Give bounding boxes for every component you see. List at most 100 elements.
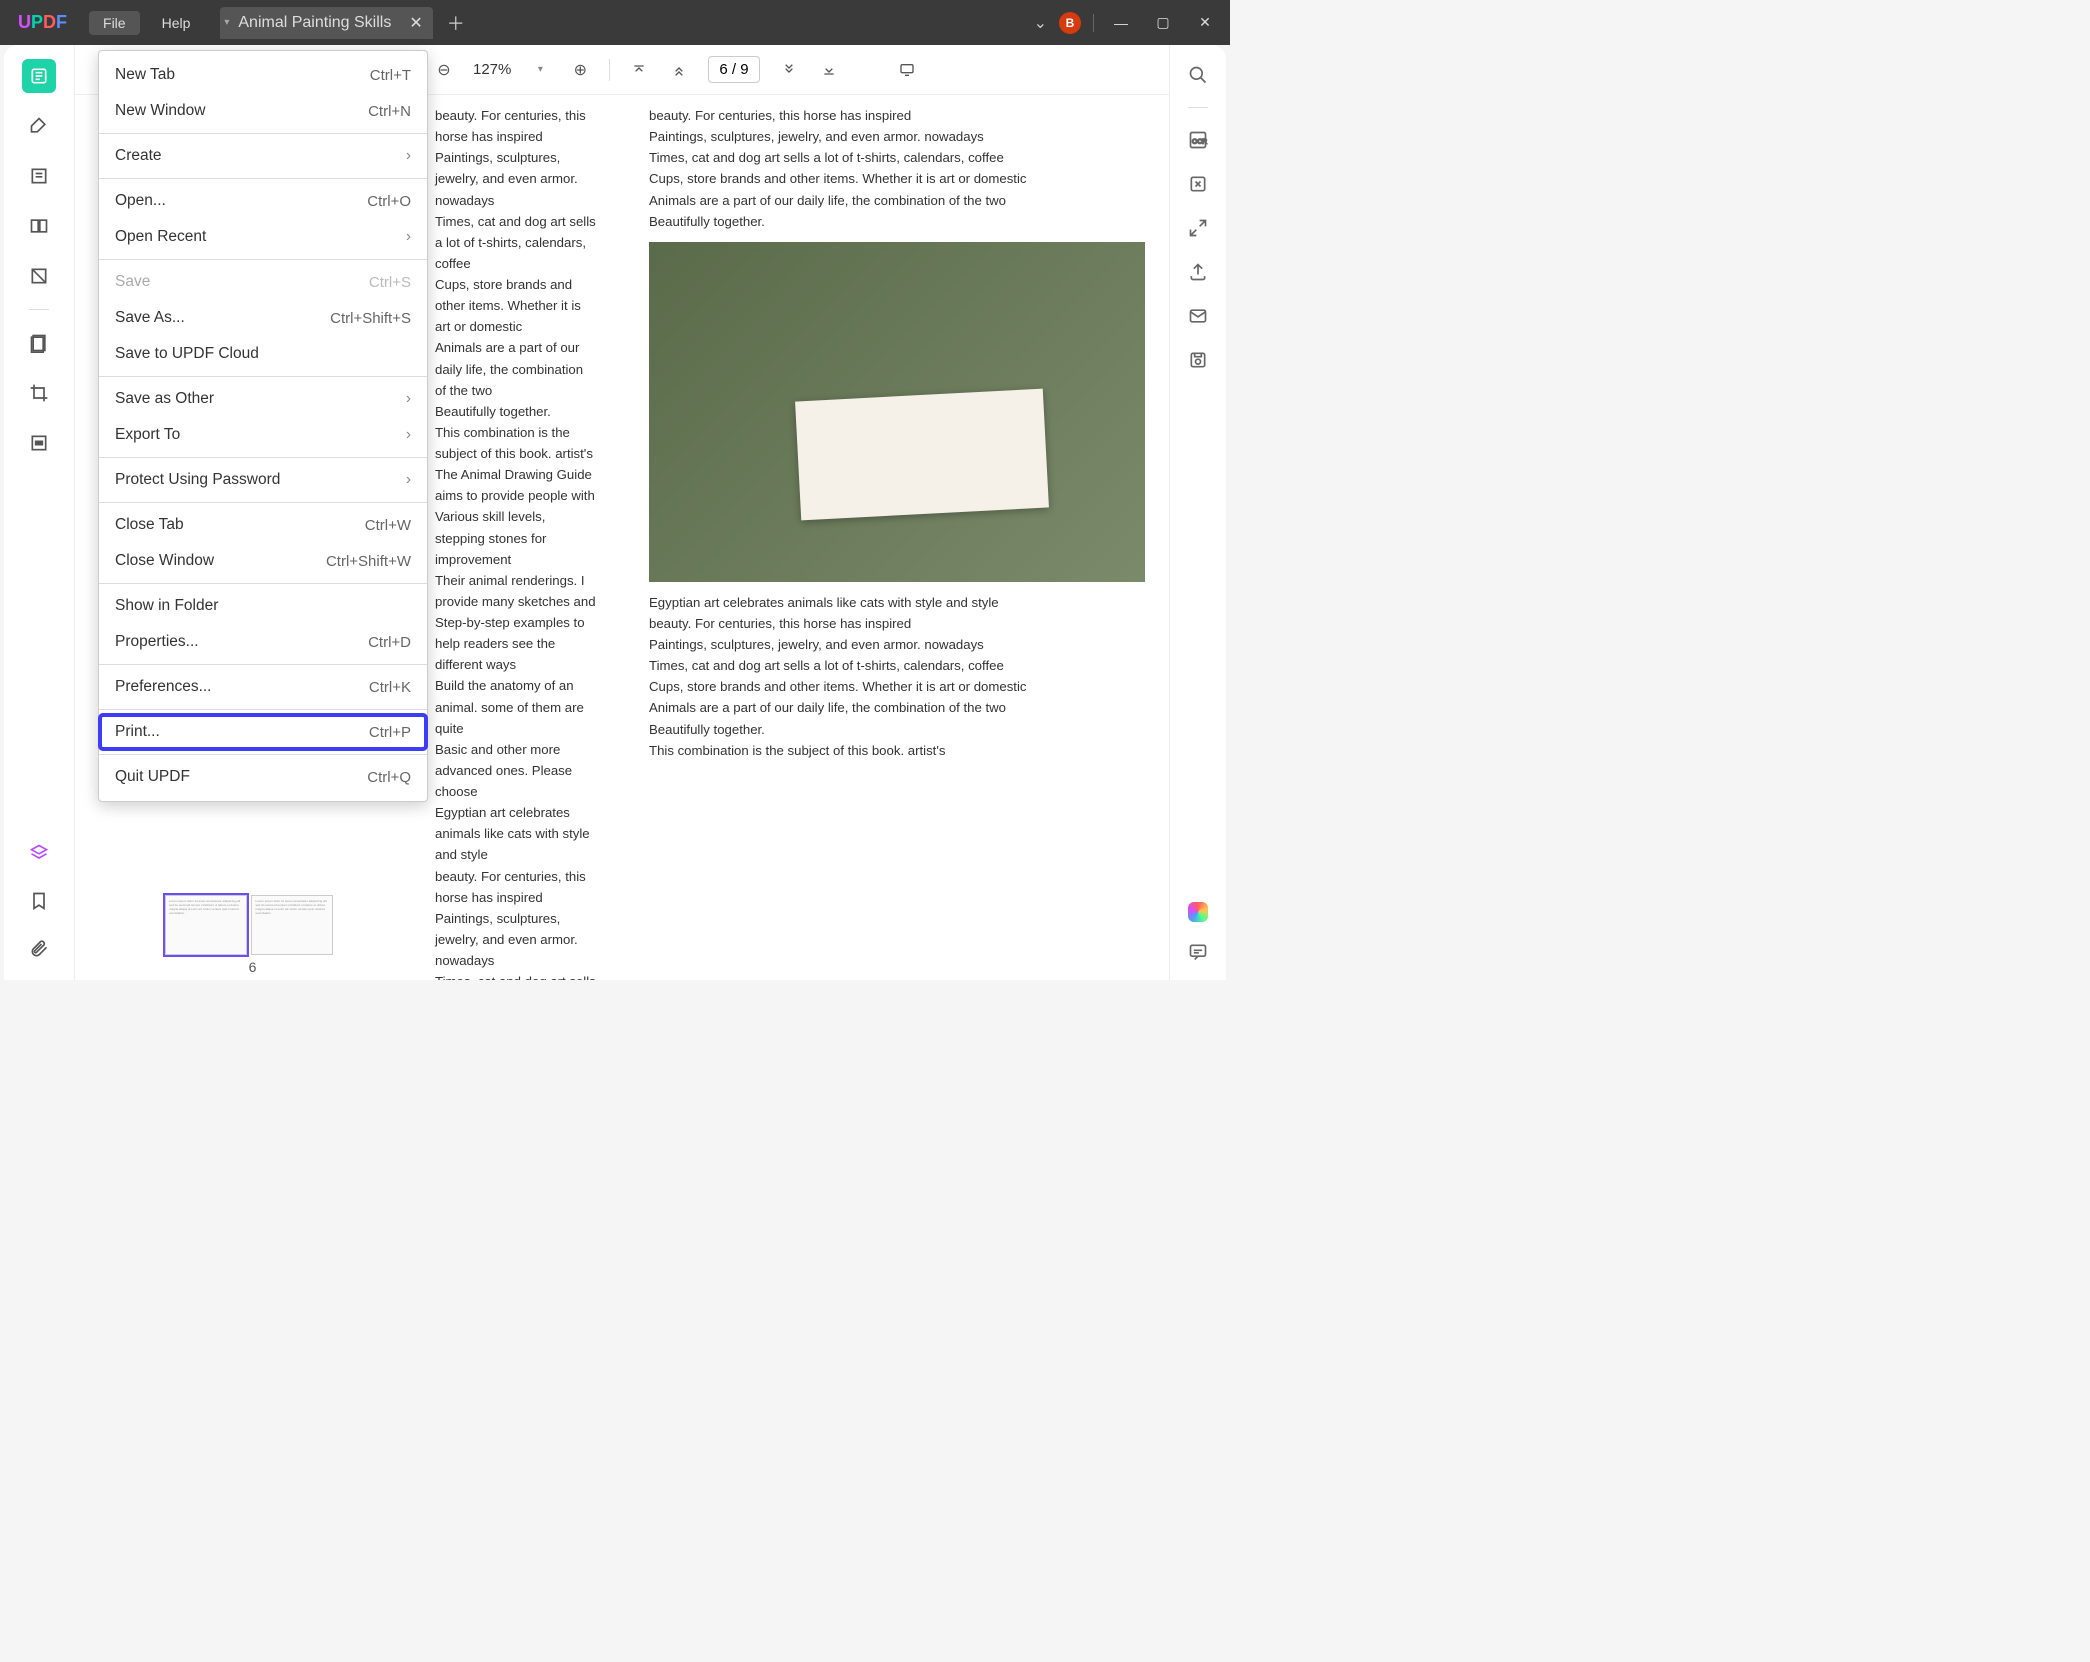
thumbnail-label: 6 bbox=[165, 959, 340, 975]
menu-item-shortcut: Ctrl+Shift+S bbox=[330, 310, 411, 327]
menu-item-new-window[interactable]: New Window Ctrl+N bbox=[99, 93, 427, 129]
zoom-level: 127% bbox=[473, 61, 511, 78]
menu-item-label: New Window bbox=[115, 102, 205, 120]
email-icon[interactable] bbox=[1186, 304, 1210, 328]
save-icon[interactable] bbox=[1186, 348, 1210, 372]
menu-item-properties[interactable]: Properties... Ctrl+D bbox=[99, 624, 427, 660]
menu-item-print[interactable]: Print... Ctrl+P bbox=[99, 714, 427, 750]
menu-separator bbox=[99, 502, 427, 503]
menu-item-label: Properties... bbox=[115, 633, 199, 651]
divider bbox=[1093, 14, 1094, 32]
user-avatar[interactable]: B bbox=[1059, 12, 1081, 34]
share-icon[interactable] bbox=[1186, 260, 1210, 284]
page-tool[interactable] bbox=[22, 209, 56, 243]
menu-item-shortcut: Ctrl+O bbox=[367, 193, 411, 210]
document-image bbox=[649, 242, 1145, 582]
separator bbox=[29, 309, 49, 310]
layers-icon[interactable] bbox=[22, 836, 56, 870]
close-tab-icon[interactable]: ✕ bbox=[409, 13, 422, 33]
bookmark-icon[interactable] bbox=[22, 884, 56, 918]
menu-item-shortcut: Ctrl+K bbox=[369, 679, 411, 696]
menu-item-shortcut: Ctrl+Shift+W bbox=[326, 553, 411, 570]
thumbnail-spread: Lorem ipsum dolor sit amet consectetur a… bbox=[165, 895, 340, 970]
zoom-in-icon[interactable]: ⊕ bbox=[569, 59, 591, 81]
menu-item-shortcut: Ctrl+T bbox=[370, 67, 411, 84]
maximize-button[interactable]: ▢ bbox=[1148, 14, 1178, 31]
menu-item-preferences[interactable]: Preferences... Ctrl+K bbox=[99, 669, 427, 705]
page-number-input[interactable]: 6 / 9 bbox=[708, 56, 759, 83]
document-tab[interactable]: Animal Painting Skills ✕ bbox=[220, 7, 432, 39]
titlebar: UPDF File Help Animal Painting Skills ✕ … bbox=[0, 0, 1230, 45]
fill-sign-tool[interactable] bbox=[22, 259, 56, 293]
menu-item-label: Export To bbox=[115, 426, 180, 444]
menu-item-label: Save as Other bbox=[115, 390, 214, 408]
reader-tool[interactable] bbox=[22, 59, 56, 93]
left-sidebar bbox=[4, 45, 74, 980]
prev-page-icon[interactable] bbox=[668, 59, 690, 81]
menu-item-open[interactable]: Open...Ctrl+O bbox=[99, 183, 427, 219]
menu-item-save-as-other[interactable]: Save as Other› bbox=[99, 381, 427, 417]
chevron-right-icon: › bbox=[406, 147, 411, 165]
zoom-dropdown-icon[interactable]: ▾ bbox=[529, 59, 551, 81]
compress-icon[interactable] bbox=[1186, 216, 1210, 240]
last-page-icon[interactable] bbox=[818, 59, 840, 81]
menu-item-label: Show in Folder bbox=[115, 597, 218, 615]
minimize-button[interactable]: — bbox=[1106, 15, 1136, 31]
menu-separator bbox=[99, 583, 427, 584]
close-window-button[interactable]: ✕ bbox=[1190, 14, 1220, 31]
menu-separator bbox=[99, 133, 427, 134]
next-page-icon[interactable] bbox=[778, 59, 800, 81]
attachment-icon[interactable] bbox=[22, 932, 56, 966]
menu-separator bbox=[99, 709, 427, 710]
chat-icon[interactable] bbox=[1186, 940, 1210, 964]
menu-help[interactable]: Help bbox=[148, 11, 205, 35]
menu-item-close-window[interactable]: Close Window Ctrl+Shift+W bbox=[99, 543, 427, 579]
thumbnail-page-6[interactable]: Lorem ipsum dolor sit amet consectetur a… bbox=[165, 895, 247, 955]
ocr-icon[interactable]: OCR bbox=[1186, 128, 1210, 152]
organize-tool[interactable] bbox=[22, 326, 56, 360]
search-icon[interactable] bbox=[1186, 63, 1210, 87]
tab-overflow-icon[interactable]: ⌄ bbox=[1034, 13, 1047, 33]
app-logo: UPDF bbox=[0, 12, 85, 33]
menu-item-show-in-folder[interactable]: Show in Folder bbox=[99, 588, 427, 624]
menu-file[interactable]: File bbox=[89, 11, 140, 35]
tab-title: Animal Painting Skills bbox=[238, 14, 391, 32]
menu-item-quit-updf[interactable]: Quit UPDFCtrl+Q bbox=[99, 759, 427, 795]
menu-item-label: Print... bbox=[115, 723, 160, 741]
menu-item-shortcut: Ctrl+P bbox=[369, 724, 411, 741]
menu-item-protect-using-password[interactable]: Protect Using Password› bbox=[99, 462, 427, 498]
menu-item-export-to[interactable]: Export To› bbox=[99, 417, 427, 453]
menu-item-save: SaveCtrl+S bbox=[99, 264, 427, 300]
presentation-icon[interactable] bbox=[896, 59, 918, 81]
menu-item-label: New Tab bbox=[115, 66, 175, 84]
menu-separator bbox=[99, 457, 427, 458]
menu-item-shortcut: Ctrl+N bbox=[368, 103, 411, 120]
menu-item-save-to-updf-cloud[interactable]: Save to UPDF Cloud bbox=[99, 336, 427, 372]
menu-separator bbox=[99, 376, 427, 377]
first-page-icon[interactable] bbox=[628, 59, 650, 81]
page-right: beauty. For centuries, this horse has in… bbox=[625, 95, 1169, 980]
thumbnail-page-7[interactable]: Lorem ipsum dolor sit amet consectetur a… bbox=[251, 895, 333, 955]
menu-item-close-tab[interactable]: Close TabCtrl+W bbox=[99, 507, 427, 543]
menu-item-label: Preferences... bbox=[115, 678, 212, 696]
menu-item-label: Close Window bbox=[115, 552, 214, 570]
file-menu-dropdown: New Tab Ctrl+T New Window Ctrl+N Create› Open… bbox=[98, 50, 428, 802]
edit-tool[interactable] bbox=[22, 159, 56, 193]
menu-item-new-tab[interactable]: New Tab Ctrl+T bbox=[99, 57, 427, 93]
redact-tool[interactable] bbox=[22, 426, 56, 460]
zoom-out-icon[interactable]: ⊖ bbox=[433, 59, 455, 81]
menu-item-save-as[interactable]: Save As... Ctrl+Shift+S bbox=[99, 300, 427, 336]
separator bbox=[1188, 107, 1208, 108]
crop-tool[interactable] bbox=[22, 376, 56, 410]
convert-icon[interactable] bbox=[1186, 172, 1210, 196]
menu-item-label: Close Tab bbox=[115, 516, 184, 534]
menu-item-create[interactable]: Create› bbox=[99, 138, 427, 174]
menu-item-label: Save to UPDF Cloud bbox=[115, 345, 259, 363]
menu-item-open-recent[interactable]: Open Recent› bbox=[99, 219, 427, 255]
svg-text:OCR: OCR bbox=[1192, 138, 1207, 145]
menu-item-shortcut: Ctrl+D bbox=[368, 634, 411, 651]
comment-tool[interactable] bbox=[22, 109, 56, 143]
ai-assistant-icon[interactable] bbox=[1188, 902, 1208, 922]
menu-item-label: Save As... bbox=[115, 309, 185, 327]
new-tab-button[interactable]: ＋ bbox=[447, 10, 465, 36]
